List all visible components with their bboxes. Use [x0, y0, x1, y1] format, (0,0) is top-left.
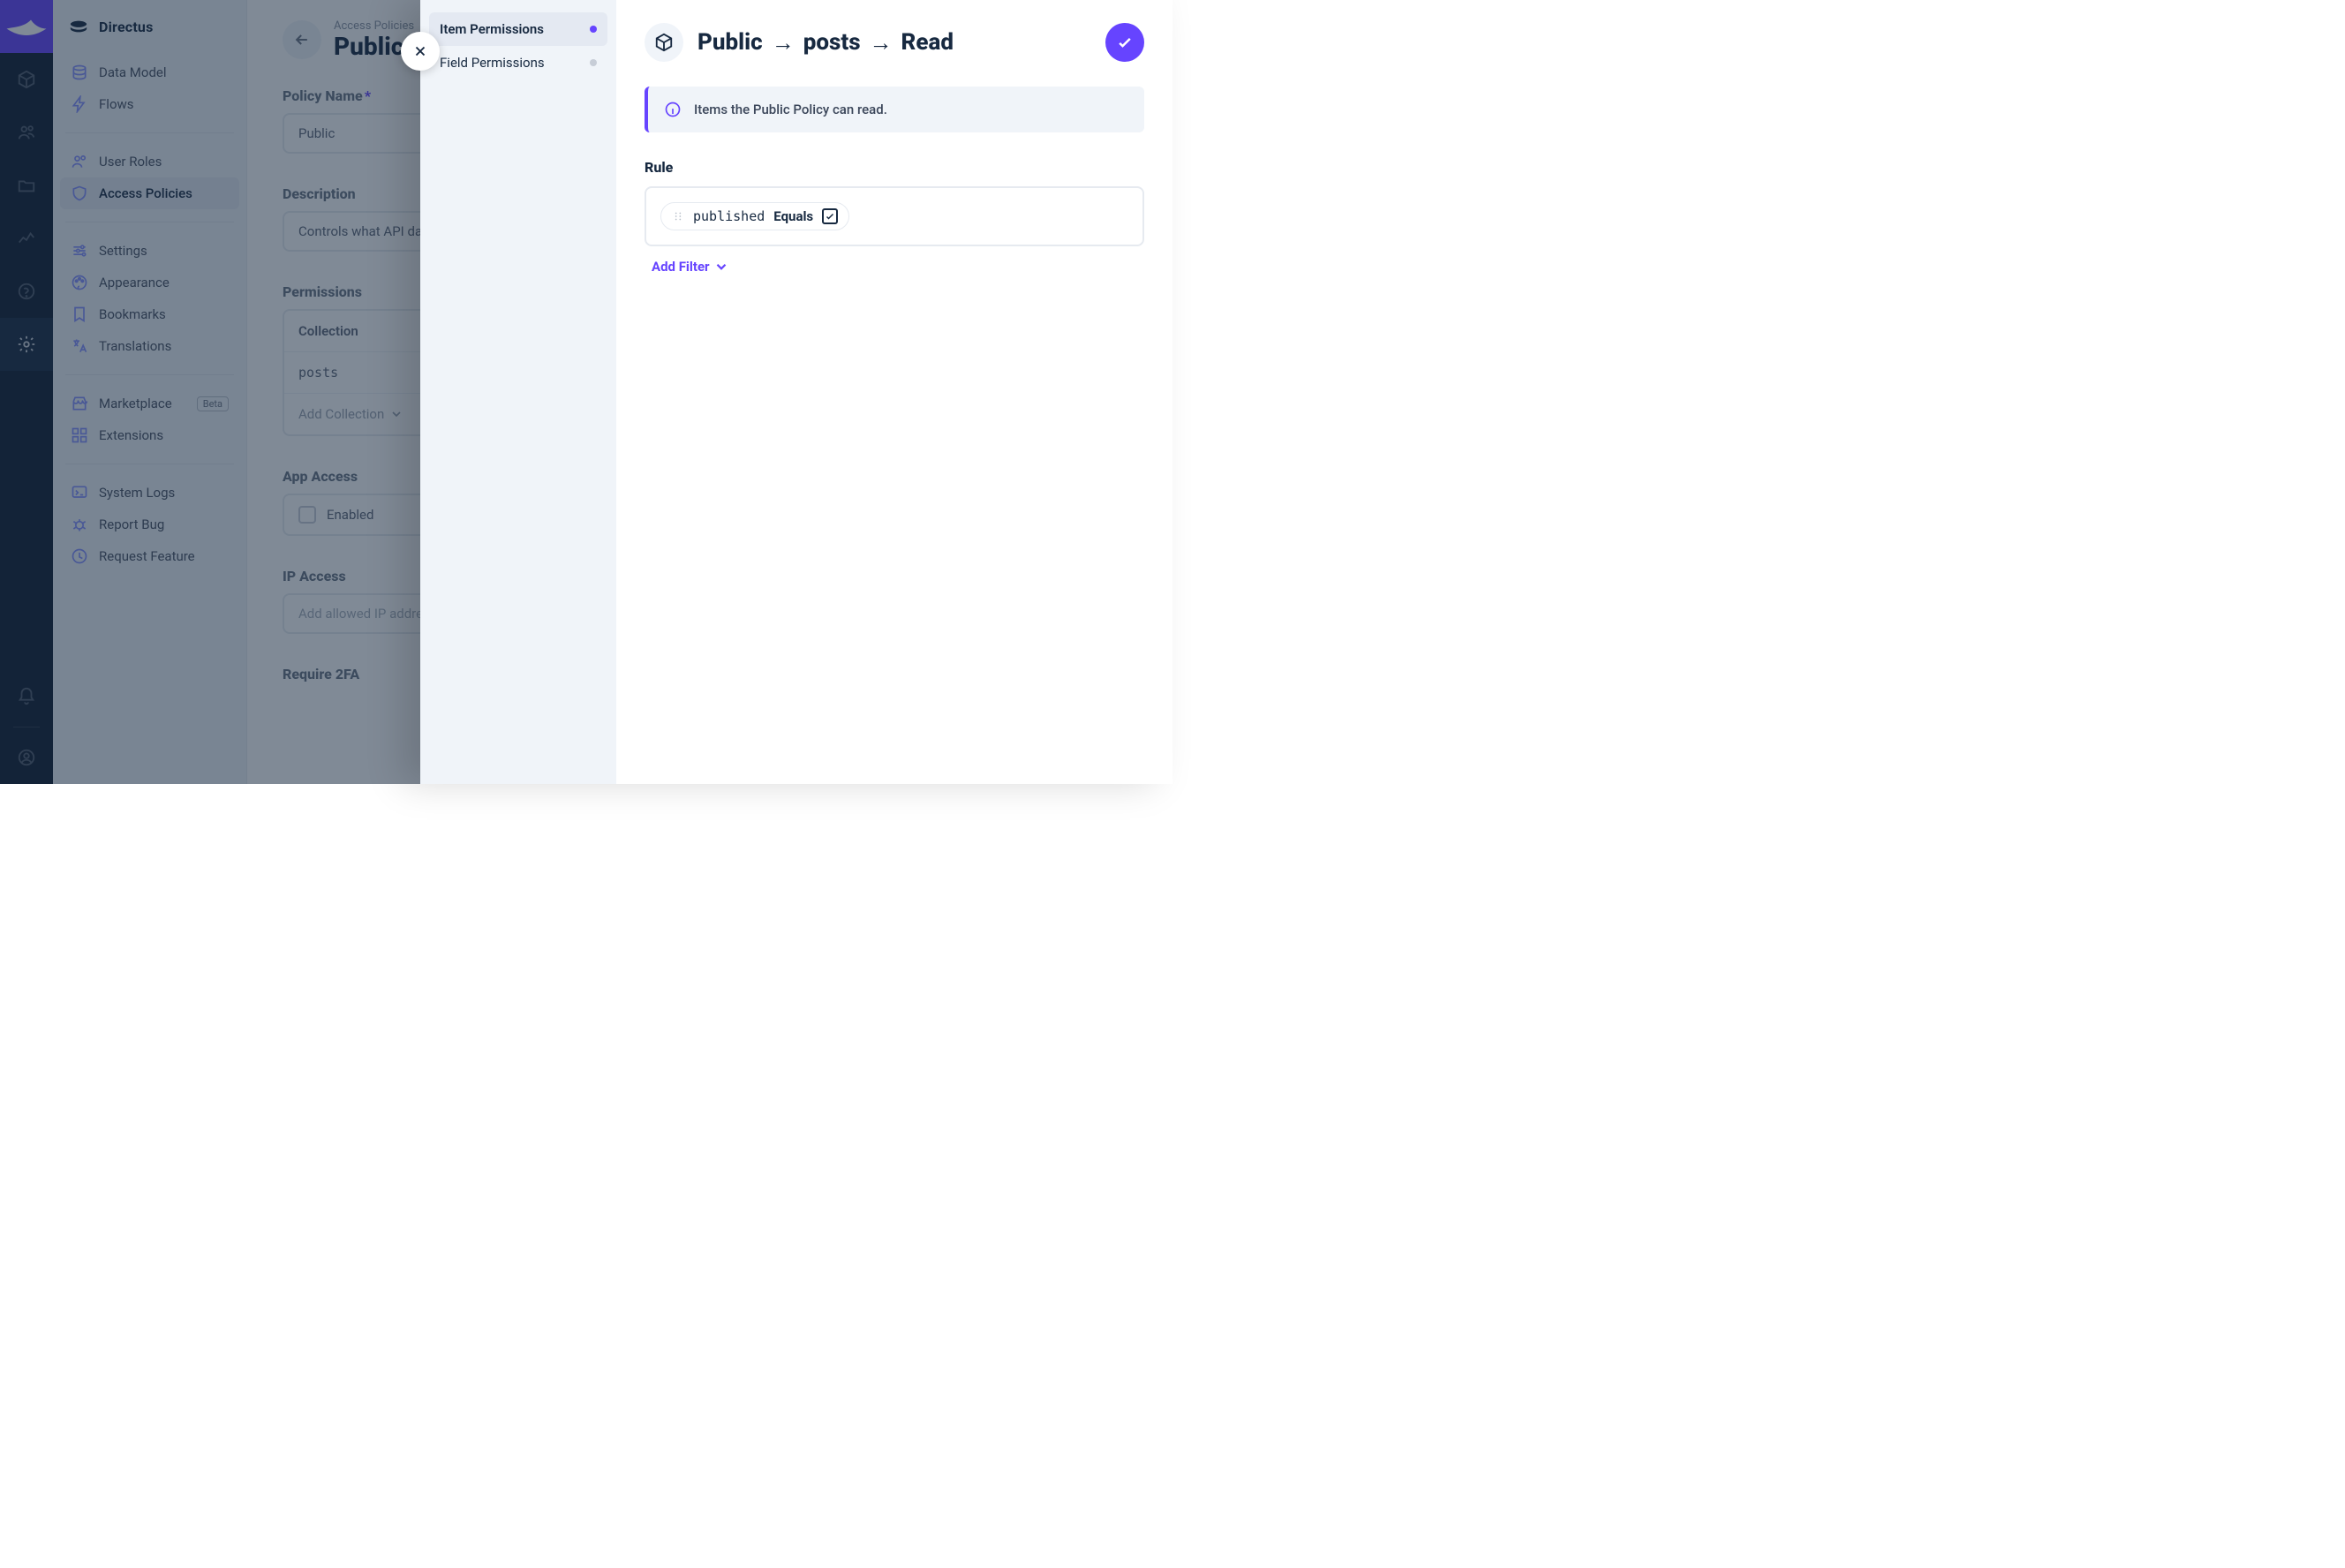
- drag-handle-icon[interactable]: [672, 210, 684, 222]
- info-banner: Items the Public Policy can read.: [645, 87, 1144, 132]
- filter-chip[interactable]: published Equals: [660, 202, 849, 230]
- status-dot-icon: [590, 59, 597, 66]
- permissions-drawer: Item Permissions Field Permissions Publi…: [420, 0, 1172, 784]
- drawer-tabs: Item Permissions Field Permissions: [420, 0, 616, 784]
- collection-icon: [645, 23, 683, 62]
- drawer-body: Public → posts → Read Items the Public P…: [616, 0, 1172, 784]
- info-text: Items the Public Policy can read.: [694, 102, 887, 117]
- rule-label: Rule: [645, 159, 1144, 176]
- confirm-button[interactable]: [1105, 23, 1144, 62]
- rule-box: published Equals: [645, 186, 1144, 246]
- close-button[interactable]: [401, 32, 440, 71]
- tab-field-permissions[interactable]: Field Permissions: [429, 46, 607, 79]
- drawer-title: Public → posts → Read: [697, 29, 954, 57]
- filter-value-checkbox[interactable]: [822, 208, 838, 224]
- add-filter-button[interactable]: Add Filter: [645, 259, 729, 275]
- filter-field[interactable]: published: [693, 208, 765, 224]
- tab-item-permissions[interactable]: Item Permissions: [429, 12, 607, 46]
- filter-operator[interactable]: Equals: [773, 208, 813, 224]
- status-dot-icon: [590, 26, 597, 33]
